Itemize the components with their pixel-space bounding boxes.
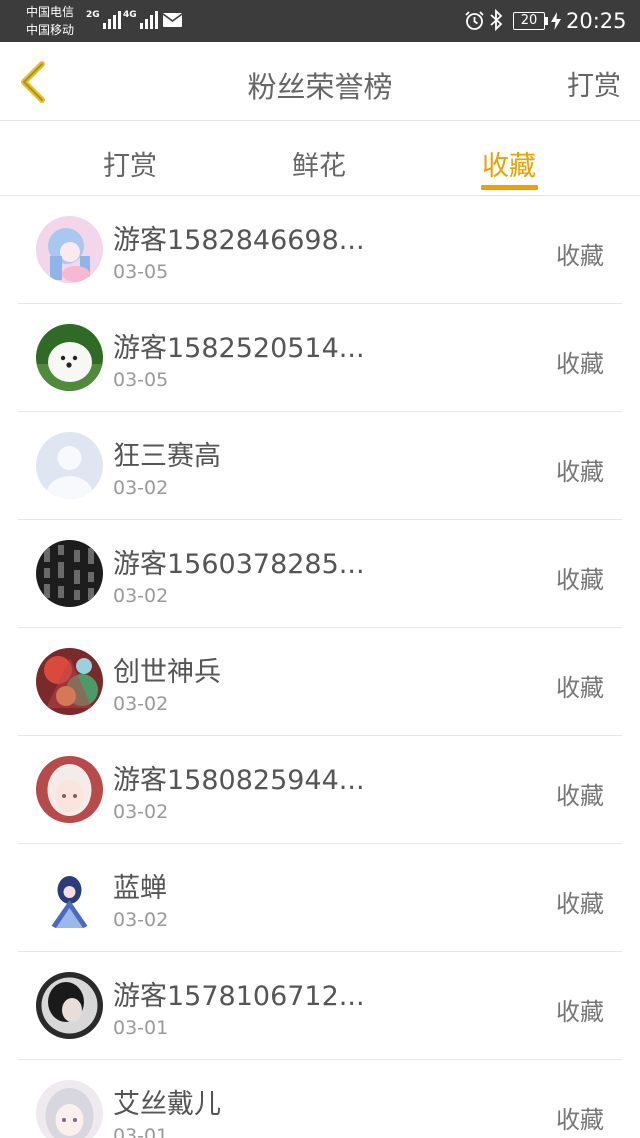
list-item[interactable]: 游客1582520514... 03-05 收藏 [0, 304, 640, 412]
row-date: 03-02 [113, 477, 169, 499]
avatar [36, 324, 103, 391]
user-name: 游客1580825944... [113, 765, 365, 796]
row-date: 03-05 [113, 261, 169, 283]
list-item[interactable]: 蓝蝉 03-02 收藏 [0, 844, 640, 952]
user-name: 游客1582846698... [113, 225, 365, 256]
list-item[interactable]: 狂三赛高 03-02 收藏 [0, 412, 640, 520]
network-type-2: 4G [123, 10, 137, 20]
charging-icon [551, 12, 561, 30]
list-item[interactable]: 游客1578106712... 03-01 收藏 [0, 952, 640, 1060]
list-item[interactable]: 创世神兵 03-02 收藏 [0, 628, 640, 736]
alarm-icon [465, 11, 484, 30]
battery-level: 20 [520, 13, 538, 28]
avatar [36, 432, 103, 499]
row-date: 03-02 [113, 693, 169, 715]
row-type-label: 收藏 [556, 782, 604, 810]
row-type-label: 收藏 [556, 1106, 604, 1134]
avatar [36, 540, 103, 607]
tab-flowers[interactable]: 鲜花 [292, 144, 346, 183]
tab-favorites[interactable]: 收藏 [482, 144, 536, 183]
user-name: 游客1578106712... [113, 981, 365, 1012]
tab-bar: 打赏 鲜花 收藏 [0, 121, 640, 196]
row-date: 03-05 [113, 369, 169, 391]
list-item[interactable]: 艾丝戴儿 03-01 收藏 [0, 1060, 640, 1138]
avatar [36, 864, 103, 931]
battery-tip [545, 17, 548, 25]
list-item[interactable]: 游客1580825944... 03-02 收藏 [0, 736, 640, 844]
tab-reward[interactable]: 打赏 [103, 144, 157, 183]
row-date: 03-01 [113, 1125, 169, 1138]
signal-icon: 2G [86, 10, 121, 29]
user-name: 游客1560378285... [113, 549, 365, 580]
list-item[interactable]: 游客1582846698... 03-05 收藏 [0, 196, 640, 304]
active-tab-indicator [481, 185, 538, 190]
avatar [36, 756, 103, 823]
battery-icon: 20 [513, 12, 545, 30]
list-item[interactable]: 游客1560378285... 03-02 收藏 [0, 520, 640, 628]
signal-icon: 4G [123, 10, 158, 29]
carrier-labels: 中国电信 中国移动 [26, 3, 74, 39]
status-bar: 中国电信 中国移动 2G 4G 20 20:25 [0, 0, 640, 42]
header: 粉丝荣誉榜 打赏 [0, 42, 640, 121]
row-type-label: 收藏 [556, 674, 604, 702]
row-type-label: 收藏 [556, 566, 604, 594]
reward-button[interactable]: 打赏 [567, 64, 621, 103]
user-name: 狂三赛高 [113, 441, 221, 472]
row-date: 03-01 [113, 1017, 169, 1039]
avatar [36, 216, 103, 283]
clock: 20:25 [566, 9, 627, 33]
fan-list: 游客1582846698... 03-05 收藏 游客1582520514...… [0, 196, 640, 1138]
avatar [36, 648, 103, 715]
row-type-label: 收藏 [556, 242, 604, 270]
row-date: 03-02 [113, 585, 169, 607]
row-type-label: 收藏 [556, 350, 604, 378]
row-date: 03-02 [113, 909, 169, 931]
row-type-label: 收藏 [556, 890, 604, 918]
carrier-2: 中国移动 [26, 23, 75, 37]
user-name: 艾丝戴儿 [113, 1089, 221, 1120]
avatar [36, 972, 103, 1039]
user-name: 蓝蝉 [113, 873, 167, 904]
carrier-1: 中国电信 [26, 5, 75, 19]
mail-icon [162, 13, 183, 27]
user-name: 创世神兵 [113, 657, 221, 688]
page-title: 粉丝荣誉榜 [247, 70, 393, 104]
avatar [36, 1080, 103, 1138]
row-type-label: 收藏 [556, 458, 604, 486]
bluetooth-icon [490, 9, 503, 31]
network-type-1: 2G [86, 10, 100, 20]
row-date: 03-02 [113, 801, 169, 823]
user-name: 游客1582520514... [113, 333, 365, 364]
row-type-label: 收藏 [556, 998, 604, 1026]
